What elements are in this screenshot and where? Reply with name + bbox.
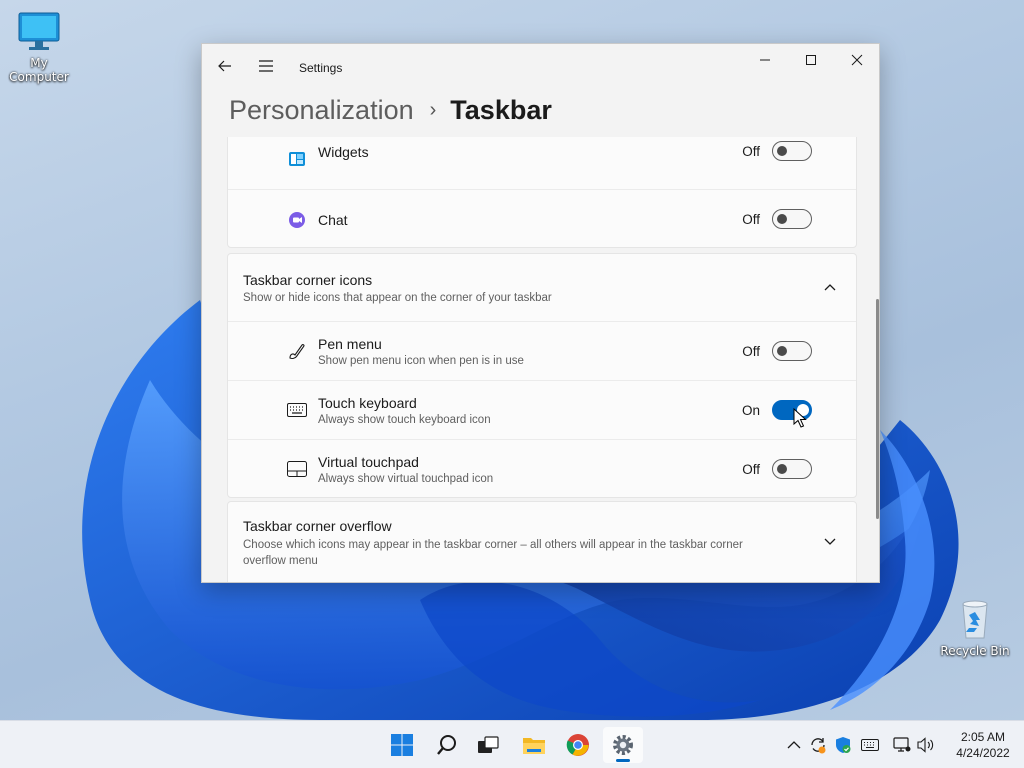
title-bar: Settings bbox=[202, 44, 879, 92]
desktop-icon-label: My Computer bbox=[9, 56, 69, 84]
breadcrumb-separator: › bbox=[429, 98, 437, 121]
network-tray-icon[interactable] bbox=[892, 735, 912, 755]
volume-tray-icon[interactable] bbox=[916, 735, 936, 755]
toggle-state-label: On bbox=[741, 403, 760, 418]
close-icon bbox=[851, 54, 863, 66]
setting-row-chat: Chat Off bbox=[228, 189, 856, 249]
start-icon bbox=[391, 734, 413, 756]
search-button[interactable] bbox=[427, 727, 467, 763]
setting-description: Show pen menu icon when pen is in use bbox=[318, 355, 524, 367]
chevron-up-icon bbox=[787, 741, 801, 749]
pen-menu-toggle[interactable] bbox=[772, 341, 812, 361]
back-button[interactable] bbox=[207, 50, 243, 82]
computer-icon bbox=[17, 10, 61, 54]
update-icon bbox=[811, 738, 826, 754]
volume-icon bbox=[917, 737, 934, 753]
setting-label: Virtual touchpad bbox=[318, 454, 419, 470]
keyboard-icon bbox=[287, 400, 307, 420]
search-icon bbox=[437, 735, 456, 755]
setting-description: Always show touch keyboard icon bbox=[318, 414, 491, 426]
mouse-cursor-icon bbox=[793, 408, 807, 428]
desktop-icon-recycle-bin[interactable]: Recycle Bin bbox=[935, 598, 1015, 658]
setting-label: Widgets bbox=[318, 144, 369, 160]
setting-row-pen-menu: Pen menu Show pen menu icon when pen is … bbox=[228, 321, 856, 380]
app-title: Settings bbox=[299, 61, 343, 75]
chevron-down-icon bbox=[824, 538, 836, 545]
toggle-state-label: Off bbox=[742, 144, 760, 159]
clock-time: 2:05 AM bbox=[960, 730, 1006, 744]
toggle-state-label: Off bbox=[742, 344, 760, 359]
settings-taskbar-button[interactable] bbox=[603, 727, 643, 763]
widgets-toggle[interactable] bbox=[772, 141, 812, 161]
breadcrumb-parent[interactable]: Personalization bbox=[229, 95, 414, 126]
corner-icons-card: Taskbar corner icons Show or hide icons … bbox=[227, 253, 857, 498]
touchpad-icon bbox=[287, 459, 307, 479]
page-title: Taskbar bbox=[450, 94, 552, 125]
close-button[interactable] bbox=[834, 44, 879, 76]
setting-row-widgets: Widgets Off bbox=[228, 137, 856, 189]
taskbar-items-card: Widgets Off Chat Off bbox=[227, 137, 857, 248]
minimize-button[interactable] bbox=[742, 44, 788, 76]
settings-window: Settings Personalization › Taskbar Widge… bbox=[201, 43, 880, 583]
minimize-icon bbox=[760, 59, 770, 61]
back-arrow-icon bbox=[218, 60, 231, 72]
scrollbar[interactable] bbox=[876, 299, 879, 519]
network-icon bbox=[893, 737, 911, 752]
taskbar: 2:05 AM 4/24/2022 bbox=[0, 720, 1024, 768]
setting-row-virtual-touchpad: Virtual touchpad Always show virtual tou… bbox=[228, 439, 856, 498]
corner-icons-header[interactable]: Taskbar corner icons Show or hide icons … bbox=[228, 254, 856, 321]
start-button[interactable] bbox=[382, 727, 422, 763]
maximize-button[interactable] bbox=[788, 44, 834, 76]
file-explorer-button[interactable] bbox=[514, 727, 554, 763]
toggle-state-label: Off bbox=[742, 462, 760, 477]
desktop-icon-label: Recycle Bin bbox=[940, 644, 1010, 658]
task-view-icon bbox=[478, 736, 499, 753]
update-tray-icon[interactable] bbox=[808, 735, 828, 755]
section-title: Taskbar corner overflow bbox=[243, 518, 392, 534]
security-icon bbox=[836, 737, 851, 753]
maximize-icon bbox=[806, 55, 816, 65]
setting-label: Chat bbox=[318, 212, 348, 228]
navigation-menu-button[interactable] bbox=[248, 50, 284, 82]
chat-icon bbox=[287, 210, 307, 230]
chrome-icon bbox=[566, 734, 589, 756]
task-view-button[interactable] bbox=[468, 727, 508, 763]
setting-label: Pen menu bbox=[318, 336, 382, 352]
desktop-icon-my-computer[interactable]: My Computer bbox=[0, 10, 79, 84]
setting-row-touch-keyboard: Touch keyboard Always show touch keyboar… bbox=[228, 380, 856, 439]
recycle-bin-icon bbox=[953, 598, 997, 642]
section-title: Taskbar corner icons bbox=[243, 272, 373, 288]
setting-description: Always show virtual touchpad icon bbox=[318, 473, 494, 485]
widgets-icon bbox=[287, 149, 307, 169]
chrome-button[interactable] bbox=[558, 727, 598, 763]
setting-label: Touch keyboard bbox=[318, 395, 417, 411]
settings-content: Widgets Off Chat Off Taskbar corner icon… bbox=[227, 137, 857, 582]
touch-keyboard-tray-button[interactable] bbox=[860, 735, 880, 755]
chat-toggle[interactable] bbox=[772, 209, 812, 229]
show-hidden-icons-button[interactable] bbox=[784, 735, 804, 755]
section-subtitle: Choose which icons may appear in the tas… bbox=[243, 539, 743, 567]
corner-overflow-card[interactable]: Taskbar corner overflow Choose which ico… bbox=[227, 501, 857, 582]
toggle-state-label: Off bbox=[742, 212, 760, 227]
hamburger-icon bbox=[259, 60, 273, 72]
keyboard-icon bbox=[861, 739, 879, 751]
file-explorer-icon bbox=[523, 738, 545, 754]
breadcrumb: Personalization › Taskbar bbox=[229, 90, 552, 130]
clock-date: 4/24/2022 bbox=[956, 746, 1010, 760]
settings-icon bbox=[613, 735, 633, 755]
security-tray-icon[interactable] bbox=[833, 735, 853, 755]
chevron-up-icon bbox=[824, 284, 836, 291]
pen-icon bbox=[287, 341, 307, 361]
section-subtitle: Show or hide icons that appear on the co… bbox=[243, 292, 552, 304]
active-indicator bbox=[616, 759, 630, 762]
virtual-touchpad-toggle[interactable] bbox=[772, 459, 812, 479]
clock[interactable]: 2:05 AM 4/24/2022 bbox=[944, 729, 1022, 761]
